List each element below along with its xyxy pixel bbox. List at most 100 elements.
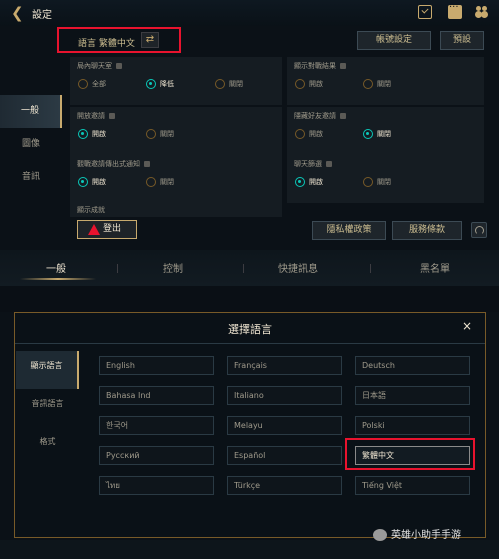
top-bar: ❮ 設定 <box>0 0 499 26</box>
info-icon[interactable] <box>340 113 346 119</box>
open-invite-card: 開放邀請 開啟 關閉 <box>70 107 282 155</box>
radio-option[interactable]: 關閉 <box>215 79 243 89</box>
support-icon[interactable] <box>471 222 487 238</box>
radio-icon <box>363 129 373 139</box>
radio-option[interactable]: 降低 <box>146 79 174 89</box>
privacy-policy-button[interactable]: 隱私權政策 <box>312 221 386 240</box>
chat-filter-card: 聊天篩選 開啟 關閉 <box>287 155 484 203</box>
language-option[interactable]: English <box>99 356 214 375</box>
card-title: 局內聊天室 <box>77 61 122 71</box>
language-option[interactable]: Italiano <box>227 386 342 405</box>
warning-icon <box>88 224 100 235</box>
tab-controls[interactable]: 控制 <box>163 260 183 275</box>
language-option[interactable]: Bahasa Ind <box>99 386 214 405</box>
page-title: 設定 <box>32 10 52 21</box>
card-title: 聊天篩選 <box>294 159 332 169</box>
radio-option[interactable]: 開啟 <box>295 129 323 139</box>
modal-sidebar: 顯示語言 音訊語言 格式 <box>16 351 79 465</box>
radio-option[interactable]: 關閉 <box>363 129 391 139</box>
radio-icon <box>295 79 305 89</box>
radio-icon <box>146 79 156 89</box>
info-icon[interactable] <box>116 63 122 69</box>
language-label: 語言 繁體中文 <box>78 39 135 49</box>
sidebar-item-graphics[interactable]: 圖像 <box>0 128 62 161</box>
radio-icon <box>363 177 373 187</box>
card-title: 顯示成就 <box>77 206 105 214</box>
radio-option[interactable]: 關閉 <box>146 129 174 139</box>
language-option[interactable]: ไทย <box>99 476 214 495</box>
spectator-notify-card: 觀戰邀請傳出式通知 開啟 關閉 <box>70 155 282 203</box>
close-icon[interactable]: × <box>462 319 472 333</box>
hide-friend-invites-card: 隱藏好友邀請 開啟 關閉 <box>287 107 484 155</box>
language-option[interactable]: Русский <box>99 446 214 465</box>
radio-option[interactable]: 開啟 <box>295 79 323 89</box>
background-row <box>0 286 499 312</box>
modal-nav-display-language[interactable]: 顯示語言 <box>16 351 79 389</box>
card-title: 開放邀請 <box>77 111 115 121</box>
radio-option[interactable]: 關閉 <box>363 177 391 187</box>
friends-icon[interactable] <box>475 5 489 19</box>
mission-check-icon[interactable] <box>418 5 432 19</box>
chat-setting-card: 局內聊天室 全部 降低 關閉 <box>70 57 282 105</box>
watermark: 英雄小助手手游 <box>373 526 461 541</box>
modal-nav-audio-language[interactable]: 音訊語言 <box>16 389 79 427</box>
info-icon[interactable] <box>144 161 150 167</box>
selection-highlight-box <box>345 438 475 470</box>
sidebar-item-general[interactable]: 一般 <box>0 95 62 128</box>
info-icon[interactable] <box>340 63 346 69</box>
radio-icon <box>78 79 88 89</box>
language-option[interactable]: Español <box>227 446 342 465</box>
radio-option[interactable]: 關閉 <box>146 177 174 187</box>
radio-option[interactable]: 關閉 <box>363 79 391 89</box>
background-strip <box>0 540 499 559</box>
radio-option[interactable]: 開啟 <box>78 129 106 139</box>
radio-option[interactable]: 開啟 <box>78 177 106 187</box>
card-title: 顯示對戰結果 <box>294 61 346 71</box>
radio-icon <box>146 177 156 187</box>
chevron-left-icon[interactable]: ❮ <box>11 5 27 21</box>
language-option[interactable]: 한국어 <box>99 416 214 435</box>
logout-button[interactable]: 登出 <box>77 220 137 239</box>
language-row: 語言 繁體中文 ⇄ <box>57 27 181 53</box>
language-modal: 選擇語言 × 顯示語言 音訊語言 格式 English Français Deu… <box>14 312 486 538</box>
active-tab-indicator <box>20 278 96 280</box>
defaults-button[interactable]: 預設 <box>440 31 484 50</box>
radio-icon <box>146 129 156 139</box>
radio-icon <box>215 79 225 89</box>
radio-icon <box>78 177 88 187</box>
language-option[interactable]: Français <box>227 356 342 375</box>
language-option[interactable]: Polski <box>355 416 470 435</box>
card-title: 隱藏好友邀請 <box>294 111 346 121</box>
card-title: 觀戰邀請傳出式通知 <box>77 159 150 169</box>
language-option[interactable]: Tiếng Việt <box>355 476 470 495</box>
swap-icon[interactable]: ⇄ <box>141 32 159 48</box>
language-option[interactable]: Türkçe <box>227 476 342 495</box>
language-option[interactable]: Deutsch <box>355 356 470 375</box>
wechat-logo-icon <box>373 529 387 541</box>
language-option[interactable]: 日本語 <box>355 386 470 405</box>
info-icon[interactable] <box>326 161 332 167</box>
account-settings-button[interactable]: 帳號設定 <box>357 31 431 50</box>
tab-divider <box>117 264 118 273</box>
chat-icon[interactable] <box>448 2 462 19</box>
tab-divider <box>243 264 244 273</box>
settings-sidebar: 一般 圖像 音訊 <box>0 95 62 194</box>
terms-button[interactable]: 服務條款 <box>392 221 462 240</box>
tab-quick-messages[interactable]: 快捷訊息 <box>278 260 318 275</box>
info-icon[interactable] <box>109 113 115 119</box>
radio-icon <box>295 129 305 139</box>
tab-divider <box>370 264 371 273</box>
achievements-card: 顯示成就 <box>70 203 282 217</box>
radio-icon <box>78 129 88 139</box>
tab-blacklist[interactable]: 黑名單 <box>420 260 450 275</box>
tab-general[interactable]: 一般 <box>46 260 66 275</box>
tab-bar: 一般 控制 快捷訊息 黑名單 <box>0 250 499 286</box>
radio-option[interactable]: 開啟 <box>295 177 323 187</box>
radio-option[interactable]: 全部 <box>78 79 106 89</box>
sidebar-item-audio[interactable]: 音訊 <box>0 161 62 194</box>
language-option[interactable]: Melayu <box>227 416 342 435</box>
modal-nav-format[interactable]: 格式 <box>16 427 79 465</box>
radio-icon <box>363 79 373 89</box>
modal-title: 選擇語言 <box>228 323 272 336</box>
show-results-card: 顯示對戰結果 開啟 關閉 <box>287 57 484 105</box>
